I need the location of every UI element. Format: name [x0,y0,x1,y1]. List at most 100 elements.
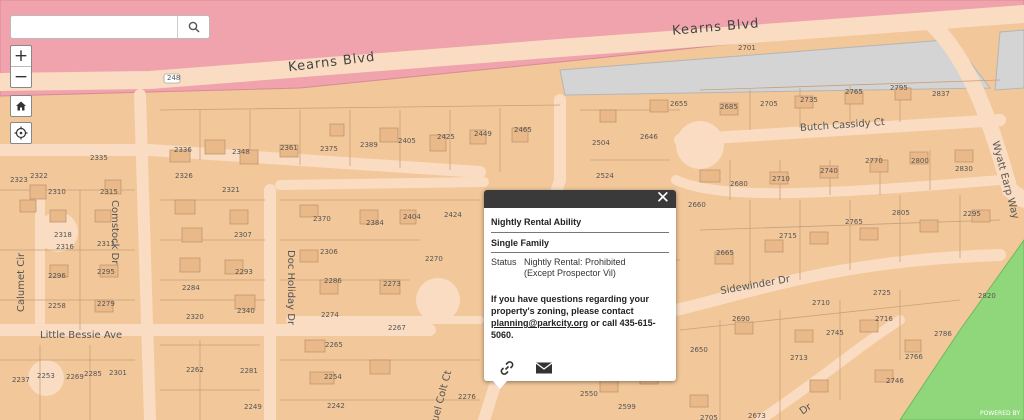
parcel-label: 2265 [325,341,343,349]
parcel-label: 2254 [324,373,342,381]
parcel-label: 2295 [963,210,981,218]
parcel-label: 2650 [690,346,708,354]
parcel-label: 2740 [820,167,838,175]
parcel-label: 2820 [978,292,996,300]
parcel-label: 2685 [720,103,738,111]
parcel-label: 2296 [48,272,66,280]
street-label-little-bessie: Little Bessie Ave [40,330,123,341]
parcel-label: 2765 [845,218,863,226]
envelope-icon [535,362,553,374]
street-label-comstock: Comstock Dr [109,200,120,265]
parcel-label: 2301 [109,369,127,377]
route-shield-label: 248 [167,74,181,82]
parcel-label: 2253 [37,372,55,380]
close-icon[interactable]: ✕ [656,189,670,207]
parcel-label: 2766 [905,353,923,361]
parcel-label: 2295 [97,268,115,276]
search-button[interactable] [177,16,209,38]
home-icon [16,101,26,111]
parcel-label: 2315 [100,188,118,196]
parcel-label: 2690 [732,315,750,323]
popup-pointer [493,381,507,389]
parcel-label: 2336 [174,146,192,154]
parcel-label: 2293 [235,268,253,276]
parcel-label: 2320 [186,313,204,321]
parcel-label: 2646 [640,133,658,141]
parcel-label: 2306 [320,248,338,256]
popup-email-button[interactable] [535,360,553,376]
parcel-label: 2680 [730,180,748,188]
parcel-label: 2715 [779,232,797,240]
parcel-label: 2765 [845,88,863,96]
parcel-label: 2665 [716,249,734,257]
parcel-label: 2375 [320,145,338,153]
parcel-label: 2348 [232,148,250,156]
popup-field-value-line2: (Except Prospector Vil) [524,268,616,278]
zoom-in-button[interactable]: + [11,46,31,66]
search-input[interactable] [11,16,177,38]
parcel-label: 2281 [240,367,258,375]
parcel-label: 2710 [812,299,830,307]
parcel-label: 2318 [54,231,72,239]
feature-popup: ✕ Nightly Rental Ability Single Family S… [484,189,676,389]
popup-note-text: If you have questions regarding your pro… [491,294,650,316]
search-icon [188,21,200,33]
parcel-label: 2313 [97,240,115,248]
parcel-label: 2504 [592,139,610,147]
parcel-label: 2361 [280,144,298,152]
home-button[interactable] [10,95,32,117]
parcel-label: 2599 [618,403,636,411]
parcel-label: 2705 [700,414,718,420]
parcel-label: 2449 [474,130,492,138]
parcel-label: 2770 [865,157,883,165]
parcel-label: 2322 [30,172,48,180]
parcel-label: 2660 [688,201,706,209]
locate-button[interactable] [10,122,32,144]
map-view[interactable]: Kearns Blvd Kearns Blvd Comstock Dr Doc … [0,0,1024,420]
parcel-label: 2465 [514,126,532,134]
parcel-label: 2321 [222,186,240,194]
parcel-label: 2550 [580,390,598,398]
attribution-label: POWERED BY [979,410,1020,417]
parcel-label: 2725 [873,289,891,297]
parcel-label: 2837 [932,90,950,98]
parcel-label: 2716 [875,315,893,323]
parcel-label: 2249 [244,403,262,411]
parcel-label: 2310 [48,188,66,196]
parcel-label: 2326 [175,172,193,180]
search-bar [10,15,210,39]
parcel-label: 2340 [237,307,255,315]
parcel-label: 2285 [84,370,102,378]
parcel-label: 2286 [324,277,342,285]
parcel-label: 2735 [800,96,818,104]
parcel-label: 2786 [934,330,952,338]
street-label-calumet: Calumet Cir [16,252,27,312]
parcel-label: 2710 [772,175,790,183]
popup-link-button[interactable] [499,360,515,376]
street-label-doc-holiday: Doc Holiday Dr [285,250,296,326]
parcel-label: 2746 [886,377,904,385]
popup-field-key: Status [491,257,517,267]
parcel-label: 2805 [892,209,910,217]
parcel-label: 2323 [10,176,28,184]
parcel-label: 2713 [790,354,808,362]
parcel-label: 2389 [360,141,378,149]
parcel-label: 2262 [186,366,204,374]
popup-email-link[interactable]: planning@parkcity.org [491,318,588,328]
parcel-label: 2425 [437,133,455,141]
parcel-label: 2655 [670,100,688,108]
parcel-label: 2307 [234,231,252,239]
popup-field-value: Nightly Rental: Prohibited (Except Prosp… [524,257,669,279]
popup-field-value-line1: Nightly Rental: Prohibited [524,257,626,267]
zoom-out-button[interactable]: − [11,66,31,87]
parcel-label: 2273 [383,280,401,288]
parcel-label: 2795 [890,84,908,92]
parcel-label: 2284 [182,284,200,292]
parcel-label: 2830 [955,165,973,173]
popup-field-row: Status Nightly Rental: Prohibited (Excep… [491,253,669,279]
parcel-label: 2701 [738,44,756,52]
parcel-label: 2270 [425,255,443,263]
parcel-label: 2745 [826,329,844,337]
link-icon [500,361,514,375]
parcel-label: 2258 [48,302,66,310]
